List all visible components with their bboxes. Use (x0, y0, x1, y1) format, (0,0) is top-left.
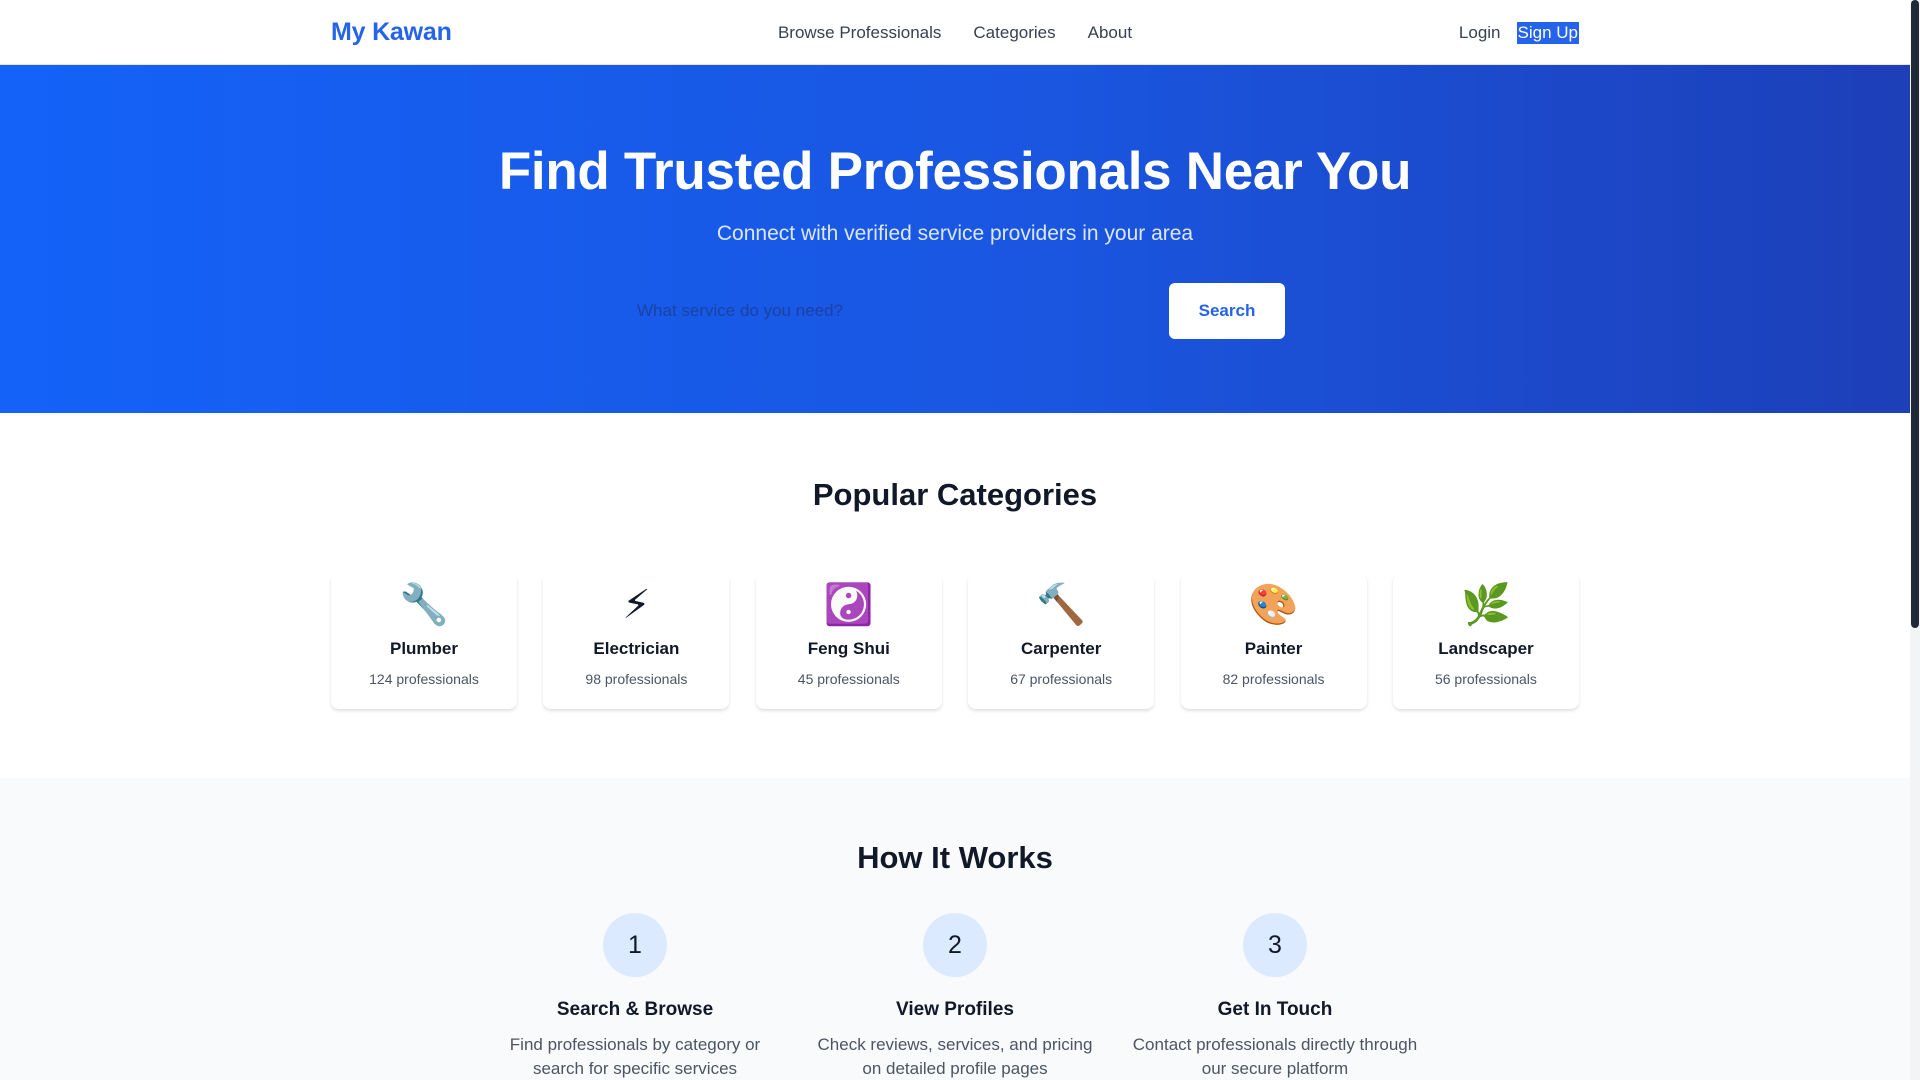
nav-about[interactable]: About (1088, 23, 1132, 43)
how-it-works-title: How It Works (857, 840, 1053, 875)
main-nav: Browse Professionals Categories About (778, 23, 1132, 43)
category-count: 98 professionals (585, 671, 688, 687)
page-viewport: My Kawan Browse Professionals Categories… (0, 0, 1910, 1080)
steps-row: 1 Search & Browse Find professionals by … (490, 913, 1420, 1080)
hammer-icon: 🔨 (1036, 582, 1087, 628)
category-count: 45 professionals (797, 671, 900, 687)
wrench-icon: 🔧 (399, 582, 449, 628)
auth-links: Login Sign Up (1459, 21, 1579, 44)
category-card-feng-shui[interactable]: ☯️ Feng Shui 45 professionals (755, 573, 942, 709)
step-description: Find professionals by category or search… (509, 1035, 761, 1078)
hero-section: Find Trusted Professionals Near You Conn… (0, 65, 1910, 413)
step-title: Search & Browse (556, 999, 714, 1020)
category-card-painter[interactable]: 🎨 Painter 82 professionals (1180, 573, 1367, 709)
step-description: Check reviews, services, and pricing on … (817, 1035, 1093, 1078)
step-title: View Profiles (896, 999, 1014, 1020)
category-count: 124 professionals (369, 671, 479, 687)
step-view-profiles: 2 View Profiles Check reviews, services,… (810, 913, 1100, 1080)
hero-search: Search (625, 283, 1285, 339)
vertical-scrollbar[interactable] (1910, 0, 1920, 1080)
category-count: 67 professionals (1010, 671, 1113, 687)
header-inner: My Kawan Browse Professionals Categories… (331, 0, 1579, 65)
popular-categories-section: Popular Categories 🔧 Plumber 124 profess… (0, 413, 1910, 778)
category-card-carpenter[interactable]: 🔨 Carpenter 67 professionals (968, 573, 1155, 709)
step-title: Get In Touch (1217, 999, 1333, 1020)
category-card-plumber[interactable]: 🔧 Plumber 124 professionals (331, 573, 517, 709)
palette-icon: 🎨 (1248, 582, 1299, 628)
category-count: 82 professionals (1222, 671, 1325, 687)
step-number: 3 (1243, 913, 1307, 977)
category-name: Electrician (593, 639, 680, 658)
site-logo[interactable]: My Kawan (331, 18, 452, 47)
step-number: 2 (923, 913, 987, 977)
scrollbar-thumb[interactable] (1911, 0, 1919, 628)
how-it-works-section: How It Works 1 Search & Browse Find prof… (0, 778, 1910, 1080)
step-get-in-touch: 3 Get In Touch Contact professionals dir… (1130, 913, 1420, 1080)
categories-title: Popular Categories (812, 477, 1098, 512)
login-link[interactable]: Login (1459, 23, 1501, 43)
category-name: Carpenter (1021, 639, 1102, 658)
step-search-browse: 1 Search & Browse Find professionals by … (490, 913, 780, 1080)
nav-browse-professionals[interactable]: Browse Professionals (778, 23, 941, 43)
site-header: My Kawan Browse Professionals Categories… (0, 0, 1910, 65)
hero-subtitle: Connect with verified service providers … (716, 222, 1194, 245)
herb-icon: 🌿 (1461, 582, 1511, 628)
yin-yang-icon: ☯️ (823, 582, 874, 628)
search-button[interactable]: Search (1169, 283, 1285, 339)
category-count: 56 professionals (1434, 671, 1537, 687)
signup-link[interactable]: Sign Up (1516, 21, 1579, 44)
category-card-landscaper[interactable]: 🌿 Landscaper 56 professionals (1392, 573, 1579, 709)
service-search-input[interactable] (625, 283, 1145, 339)
step-description: Contact professionals directly through o… (1132, 1035, 1418, 1078)
category-name: Plumber (389, 639, 459, 658)
hero-title: Find Trusted Professionals Near You (498, 142, 1412, 201)
category-name: Landscaper (1438, 639, 1534, 658)
category-name: Painter (1244, 639, 1303, 658)
category-name: Feng Shui (807, 639, 890, 658)
category-card-electrician[interactable]: ⚡ Electrician 98 professionals (543, 573, 730, 709)
lightning-icon: ⚡ (622, 582, 651, 628)
step-number: 1 (603, 913, 667, 977)
nav-categories[interactable]: Categories (973, 23, 1055, 43)
category-grid: 🔧 Plumber 124 professionals ⚡ Electricia… (331, 573, 1579, 709)
